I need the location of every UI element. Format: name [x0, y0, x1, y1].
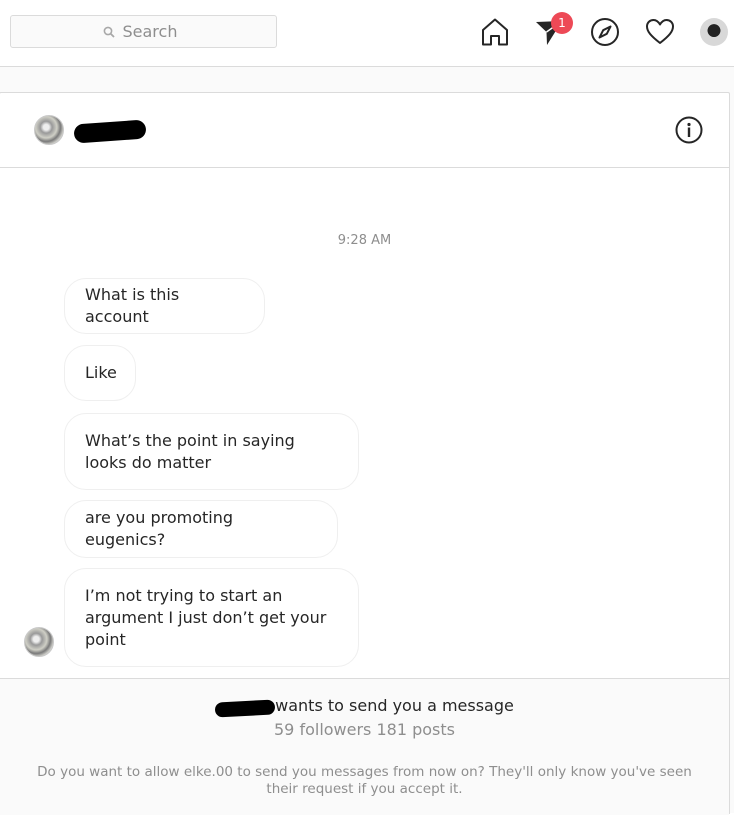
info-icon[interactable] — [675, 116, 703, 144]
top-nav-bar: 1 — [0, 0, 734, 67]
message-text: are you promoting eugenics? — [85, 508, 234, 549]
contact-avatar[interactable] — [34, 115, 64, 145]
redacted-username — [73, 119, 147, 144]
request-message: wants to send you a message — [275, 696, 514, 715]
search-bar[interactable] — [10, 15, 277, 48]
message-text: What’s the point in saying looks do matt… — [85, 430, 295, 472]
explore-compass-icon[interactable] — [590, 17, 620, 47]
message-timestamp: 9:28 AM — [337, 233, 392, 248]
request-question: Do you want to allow elke.00 to send you… — [37, 764, 692, 797]
message-bubble[interactable]: Like — [64, 345, 136, 401]
notification-badge: 1 — [551, 12, 573, 34]
message-bubble[interactable]: I’m not trying to start an argument I ju… — [64, 568, 359, 667]
message-text: Like — [85, 363, 117, 382]
search-icon — [103, 26, 115, 38]
message-text: I’m not trying to start an argument I ju… — [85, 585, 327, 649]
sender-avatar[interactable] — [24, 627, 54, 657]
message-request-banner: wants to send you a message 59 followers… — [0, 678, 729, 815]
thread-header — [0, 93, 729, 168]
request-stats: 59 followers 181 posts — [274, 720, 455, 739]
search-input[interactable] — [120, 21, 185, 42]
profile-avatar[interactable] — [700, 18, 728, 46]
activity-heart-icon[interactable] — [645, 17, 675, 47]
message-bubble[interactable]: What’s the point in saying looks do matt… — [64, 413, 359, 490]
message-text: What is this account — [85, 285, 180, 326]
message-bubble[interactable]: What is this account — [64, 278, 265, 334]
message-bubble[interactable]: are you promoting eugenics? — [64, 500, 338, 558]
direct-thread-panel: 9:28 AM What is this account Like What’s… — [0, 92, 730, 815]
home-icon[interactable] — [480, 17, 510, 47]
